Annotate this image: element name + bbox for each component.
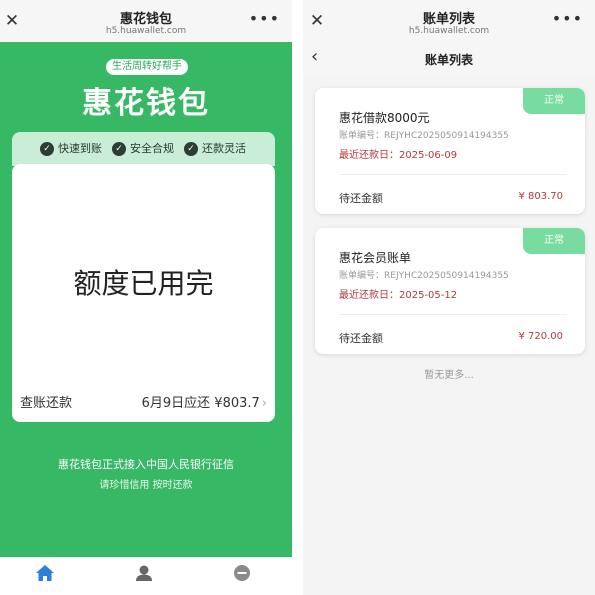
bill-title: 惠花会员账单 [339, 251, 412, 265]
amount-value: ¥ 803.70 [518, 191, 563, 202]
bill-number: 账单编号：REJYHC2025050914194355 [339, 131, 509, 141]
divider [339, 314, 567, 315]
feature-bar: ✓ 快速到账 ✓ 安全合规 ✓ 还款灵活 [12, 132, 275, 166]
bill-card[interactable]: 正常 惠花借款8000元 账单编号：REJYHC2025050914194355… [315, 88, 585, 214]
amount-value: ¥ 720.00 [518, 331, 563, 342]
amount-label: 待还金额 [339, 192, 383, 205]
bill-due-date: 最近还款日：2025-05-12 [339, 290, 458, 301]
status-badge: 正常 [523, 88, 585, 114]
feature-flexible: ✓ 还款灵活 [184, 140, 246, 158]
amount-label: 待还金额 [339, 332, 383, 345]
check-icon: ✓ [40, 142, 54, 156]
hero-area: 生活周转好帮手 惠花钱包 ✓ 快速到账 ✓ 安全合规 ✓ 还款灵活 额度已用完 查账还… [0, 42, 292, 557]
right-screen: ✕ 账单列表 h5.huawallet.com ••• ‹ 账单列表 正常 惠花… [303, 0, 595, 595]
feature-safe: ✓ 安全合规 [112, 140, 174, 158]
feature-fast: ✓ 快速到账 [40, 140, 102, 158]
feature-label: 安全合规 [130, 142, 174, 155]
feature-label: 快速到账 [58, 142, 102, 155]
mini-program-topbar: ✕ 账单列表 h5.huawallet.com ••• [303, 0, 595, 42]
bill-due-date: 最近还款日：2025-06-09 [339, 150, 458, 161]
credit-reminder: 请珍惜信用 按时还款 [99, 480, 193, 491]
bill-title: 惠花借款8000元 [339, 111, 430, 125]
more-icon[interactable] [232, 564, 254, 584]
feature-label: 还款灵活 [202, 142, 246, 155]
screen-divider [292, 0, 303, 595]
quota-status: 额度已用完 [73, 267, 214, 300]
bottom-tab-bar [0, 557, 292, 595]
profile-icon[interactable] [134, 564, 156, 584]
credit-card-panel: 额度已用完 查账还款 6月9日应还 ¥803.7 › [12, 164, 275, 422]
check-icon: ✓ [184, 142, 198, 156]
left-screen: ✕ 惠花钱包 h5.huawallet.com ••• 生活周转好帮手 惠花钱包… [0, 0, 292, 595]
brand-logo-text: 惠花钱包 [82, 86, 210, 121]
slogan-pill: 生活周转好帮手 [106, 59, 188, 75]
more-options-icon[interactable]: ••• [249, 9, 280, 28]
due-text: 6月9日应还 ¥803.7 [141, 396, 260, 411]
no-more-text: 暂无更多... [424, 370, 474, 381]
mini-program-topbar: ✕ 惠花钱包 h5.huawallet.com ••• [0, 0, 292, 42]
divider [339, 174, 567, 175]
page-title: 账单列表 [424, 53, 473, 67]
page-nav-bar: ‹ 账单列表 [303, 42, 595, 74]
status-badge: 正常 [523, 228, 585, 254]
credit-notice: 惠花钱包正式接入中国人民银行征信 [58, 458, 234, 471]
more-options-icon[interactable]: ••• [552, 9, 583, 28]
home-icon[interactable] [35, 564, 57, 584]
check-bill-link[interactable]: 查账还款 [20, 392, 72, 411]
chevron-right-icon: › [261, 396, 267, 411]
bill-number: 账单编号：REJYHC2025050914194355 [339, 271, 509, 281]
bill-card[interactable]: 正常 惠花会员账单 账单编号：REJYHC2025050914194355 最近… [315, 228, 585, 354]
due-amount-link[interactable]: 6月9日应还 ¥803.7 › [142, 392, 267, 411]
check-icon: ✓ [112, 142, 126, 156]
